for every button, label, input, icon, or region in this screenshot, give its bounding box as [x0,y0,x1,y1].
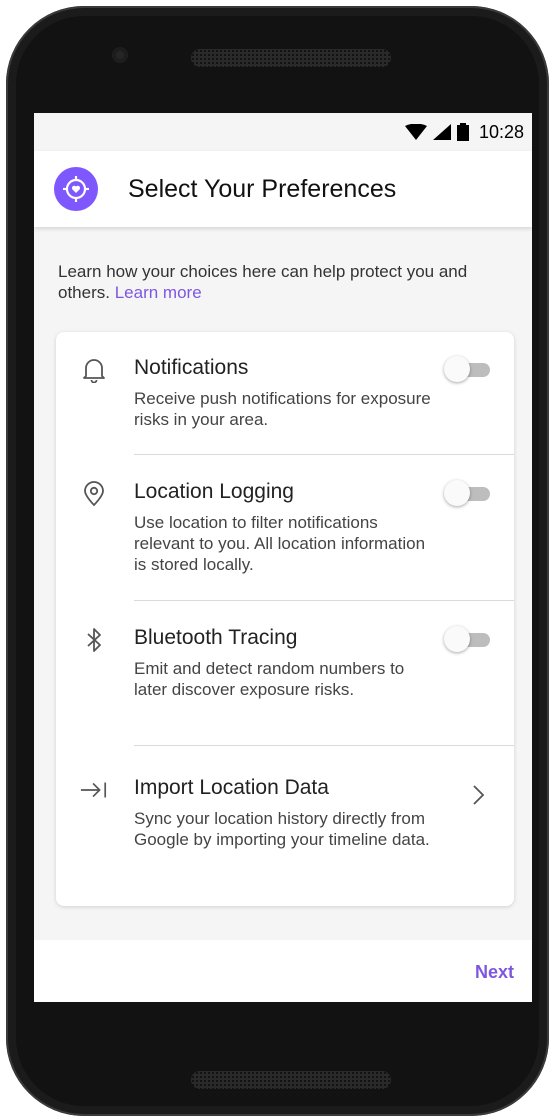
divider [134,600,514,601]
top-speaker [191,49,391,67]
bottom-speaker [191,1071,391,1089]
setting-title: Location Logging [134,480,294,503]
setting-description: Emit and detect random numbers to later … [134,659,405,699]
footer-bar: Next [34,940,532,1002]
intro-text: Learn how your choices here can help pro… [58,261,518,303]
preferences-card: Notifications Receive push notifications… [56,332,514,906]
notifications-toggle[interactable] [444,356,492,382]
wifi-icon [404,124,427,140]
toggle-thumb [444,480,470,506]
setting-description: Sync your location history directly from… [134,809,430,849]
page-title: Select Your Preferences [128,174,397,203]
setting-description: Use location to filter notifications rel… [134,513,426,574]
battery-icon [456,123,469,141]
setting-description: Receive push notifications for exposure … [134,389,431,429]
signal-icon [432,124,451,140]
location-pin-icon [80,480,108,508]
location-logging-toggle[interactable] [444,480,492,506]
next-button[interactable]: Next [475,962,514,983]
bluetooth-tracing-toggle[interactable] [444,626,492,652]
setting-title: Notifications [134,356,249,379]
status-bar: 10:28 [34,113,532,151]
learn-more-link[interactable]: Learn more [115,283,202,302]
status-time: 10:28 [478,121,524,142]
bluetooth-icon [80,626,108,654]
setting-title: Bluetooth Tracing [134,626,298,649]
target-heart-icon [54,167,98,211]
toggle-thumb [444,356,470,382]
bell-icon [80,356,108,384]
screen: 10:28 Select Your Preferences Learn how … [34,113,532,1002]
divider [134,454,514,455]
setting-title: Import Location Data [134,776,329,799]
front-camera [112,47,128,63]
toggle-thumb [444,626,470,652]
divider [134,745,514,746]
app-bar: Select Your Preferences [34,151,532,227]
import-arrow-icon [80,776,108,804]
chevron-right-icon[interactable] [472,784,486,811]
